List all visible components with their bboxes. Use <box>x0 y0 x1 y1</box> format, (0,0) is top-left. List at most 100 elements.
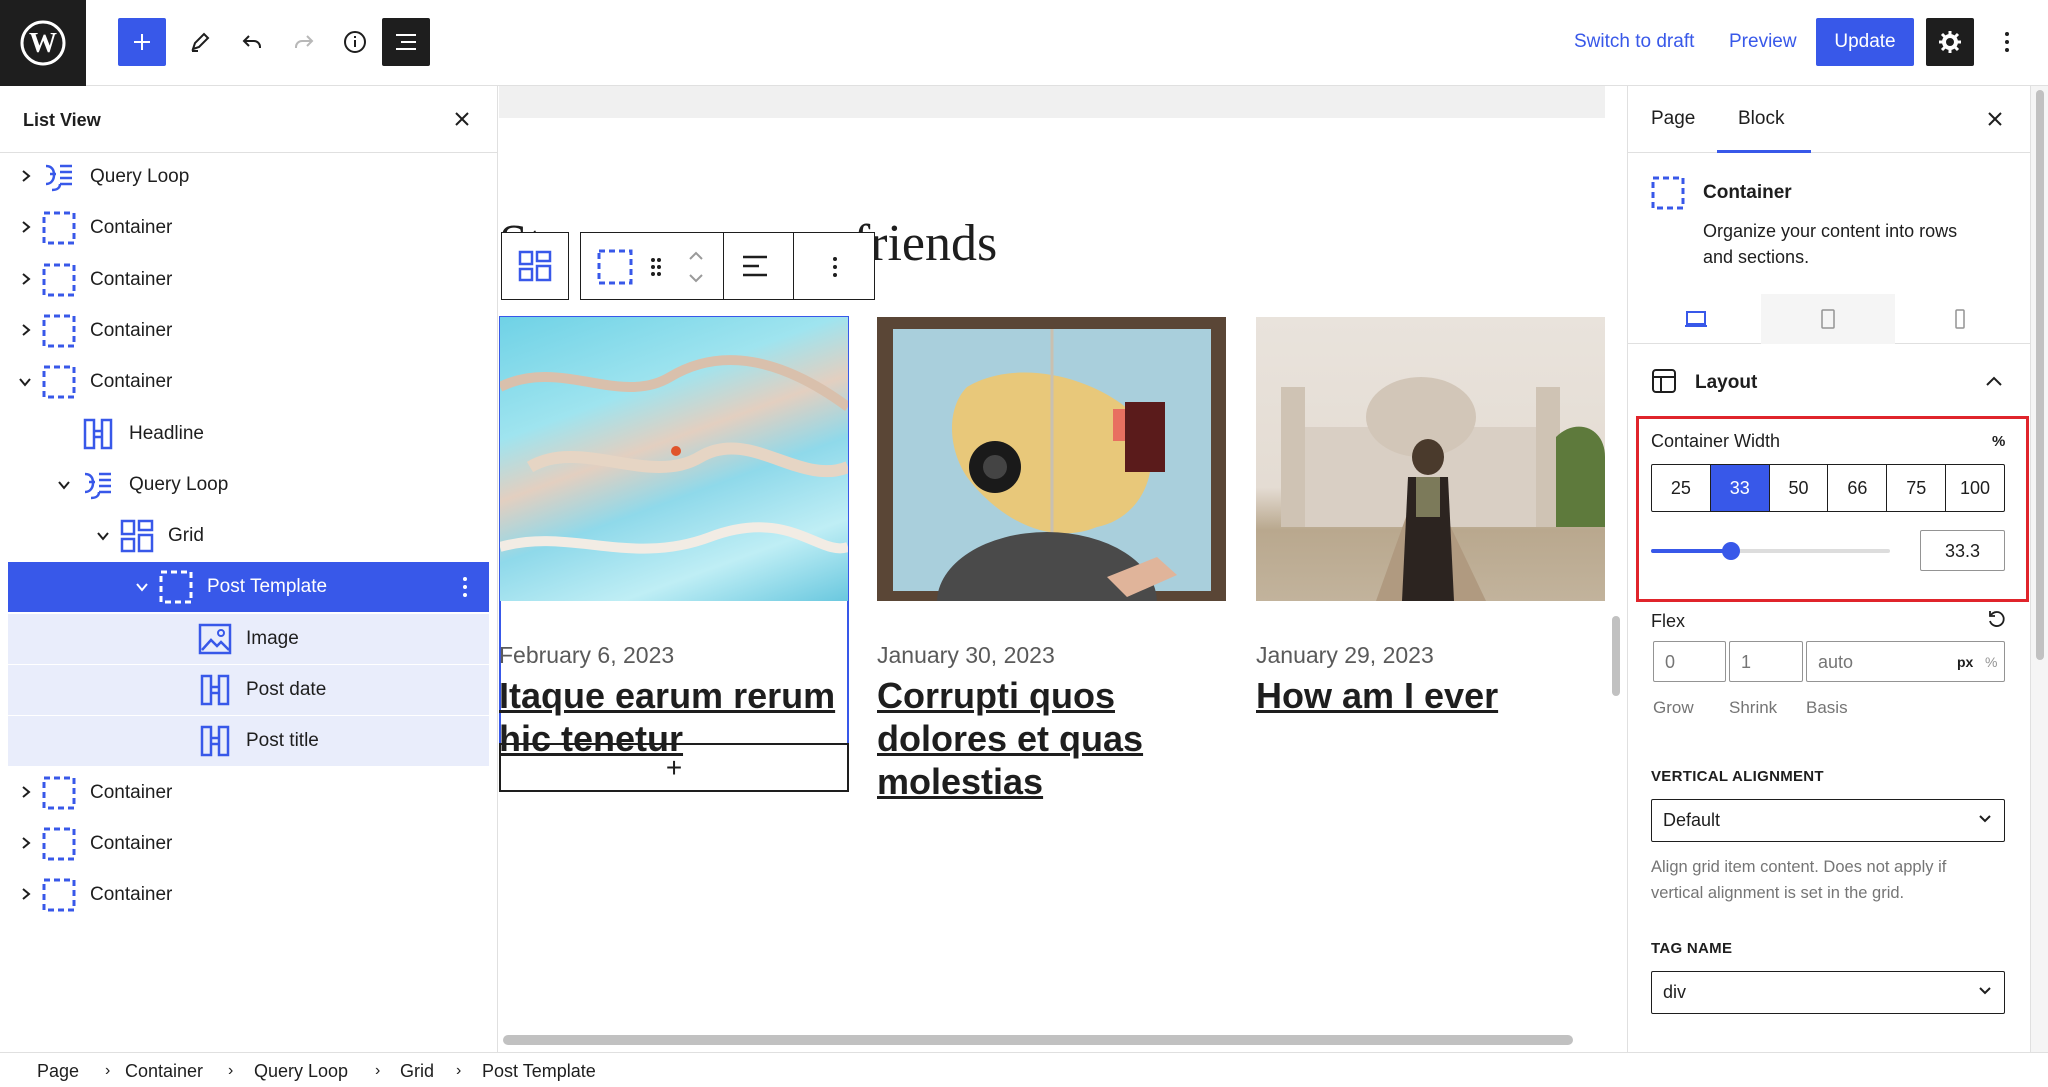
chevron-right-icon[interactable] <box>20 323 32 337</box>
wordpress-logo-icon[interactable]: W <box>0 0 86 86</box>
post-date: January 29, 2023 <box>1256 642 1434 668</box>
chevron-down-icon[interactable] <box>18 376 32 388</box>
unit-px-button[interactable]: px <box>1957 654 1973 670</box>
layout-title[interactable]: Layout <box>1695 372 1757 394</box>
desktop-icon[interactable] <box>1684 310 1708 328</box>
breadcrumb-item[interactable]: Page <box>37 1061 79 1082</box>
container-icon <box>42 263 76 297</box>
chevron-down-icon[interactable] <box>135 581 149 593</box>
preset-100[interactable]: 100 <box>1946 465 2004 511</box>
drag-handle-icon[interactable] <box>650 257 662 277</box>
close-icon[interactable] <box>1985 109 2005 129</box>
redo-icon[interactable] <box>280 18 328 66</box>
switch-to-draft-button[interactable]: Switch to draft <box>1574 31 1694 53</box>
block-options-icon[interactable] <box>832 255 838 279</box>
align-icon[interactable] <box>741 253 769 279</box>
list-view-item[interactable]: Container <box>8 255 489 305</box>
chevron-down-icon[interactable] <box>96 530 110 542</box>
mobile-icon[interactable] <box>1954 308 1966 330</box>
info-icon[interactable] <box>331 18 379 66</box>
parent-block-grid-icon[interactable] <box>501 232 569 300</box>
width-number-input[interactable]: 33.3 <box>1920 530 2005 571</box>
post-title[interactable]: How am I ever <box>1256 674 1498 717</box>
post-image-taj-mahal[interactable] <box>1256 317 1605 601</box>
breadcrumb-item[interactable]: Container <box>125 1061 203 1082</box>
preset-66[interactable]: 66 <box>1828 465 1888 511</box>
more-options-icon[interactable] <box>1984 18 2030 66</box>
chevron-right-icon[interactable] <box>20 785 32 799</box>
chevron-up-icon[interactable] <box>1985 375 2003 387</box>
flex-grow-input[interactable]: 0 <box>1653 641 1726 682</box>
tab-block[interactable]: Block <box>1738 108 1784 130</box>
reset-icon[interactable] <box>1986 609 2006 629</box>
tag-name-select[interactable]: div <box>1651 971 2005 1014</box>
chevron-down-icon[interactable] <box>57 479 71 491</box>
flex-basis-input[interactable]: auto px % <box>1806 641 2005 682</box>
list-view-item-label: Container <box>90 268 173 290</box>
undo-icon[interactable] <box>228 18 276 66</box>
toolbar-divider <box>723 233 724 299</box>
preset-75[interactable]: 75 <box>1887 465 1947 511</box>
vertical-alignment-select[interactable]: Default <box>1651 799 2005 842</box>
horizontal-scrollbar[interactable] <box>503 1035 1573 1045</box>
list-view-item[interactable]: Query Loop <box>8 152 489 202</box>
post-image-pools[interactable] <box>500 317 848 601</box>
item-options-icon[interactable] <box>462 576 468 598</box>
width-slider-thumb[interactable] <box>1721 542 1740 560</box>
preview-button[interactable]: Preview <box>1729 31 1797 53</box>
chevron-right-icon[interactable] <box>20 169 32 183</box>
chevron-right-icon[interactable] <box>20 220 32 234</box>
container-width-label: Container Width <box>1651 431 1781 451</box>
list-view-item[interactable]: Container <box>8 768 489 818</box>
list-view-item[interactable]: Container <box>8 819 489 869</box>
chevron-right-icon[interactable] <box>20 836 32 850</box>
list-view-item[interactable]: Grid <box>8 511 489 561</box>
update-button[interactable]: Update <box>1816 18 1914 66</box>
list-view-item[interactable]: Container <box>8 203 489 253</box>
headline-icon <box>81 417 115 451</box>
container-block-icon[interactable] <box>597 249 633 285</box>
pencil-tool-icon[interactable] <box>176 18 224 66</box>
list-view-item-label: Post Template <box>207 576 328 598</box>
container-icon <box>42 365 76 399</box>
list-view-item[interactable]: Container <box>8 357 489 407</box>
list-view-item[interactable]: Post date <box>8 665 489 715</box>
width-slider-track[interactable] <box>1651 542 1890 560</box>
layout-icon <box>1651 368 1677 394</box>
tablet-icon[interactable] <box>1820 308 1836 330</box>
add-block-button[interactable] <box>118 18 166 66</box>
unit-percent-button[interactable]: % <box>1985 654 1997 670</box>
post-title[interactable]: Corrupti quos dolores et quas molestias <box>877 674 1143 803</box>
preset-25[interactable]: 25 <box>1652 465 1711 511</box>
list-view-item[interactable]: Query Loop <box>8 460 489 510</box>
list-view-item-label: Container <box>90 781 173 803</box>
post-image-map[interactable] <box>877 317 1226 601</box>
sidebar-scrollbar-thumb[interactable] <box>2036 90 2044 660</box>
vertical-scrollbar[interactable] <box>1612 616 1620 696</box>
list-view-item[interactable]: Headline <box>8 409 489 459</box>
list-view-item[interactable]: Post Template <box>8 562 489 613</box>
list-view-item[interactable]: Image <box>8 613 489 664</box>
container-block-icon <box>1651 176 1685 210</box>
add-block-appender-button[interactable]: + <box>499 743 849 792</box>
breadcrumb-item[interactable]: Query Loop <box>254 1061 348 1082</box>
list-view-toggle-icon[interactable] <box>382 18 430 66</box>
settings-gear-icon[interactable] <box>1926 18 1974 66</box>
chevron-right-icon[interactable] <box>20 887 32 901</box>
flex-shrink-input[interactable]: 1 <box>1729 641 1803 682</box>
breadcrumb-item[interactable]: Grid <box>400 1061 434 1082</box>
chevron-right-icon[interactable] <box>20 272 32 286</box>
list-view-item[interactable]: Post title <box>8 716 489 767</box>
unit-label[interactable]: % <box>1992 433 2005 450</box>
post-date: January 30, 2023 <box>877 642 1055 668</box>
tag-name-value: div <box>1663 982 1687 1002</box>
close-icon[interactable] <box>452 109 472 129</box>
sidebar-scrollbar-track[interactable] <box>2030 86 2048 1052</box>
list-view-item[interactable]: Container <box>8 870 489 920</box>
list-view-item[interactable]: Container <box>8 306 489 356</box>
preset-33[interactable]: 33 <box>1710 465 1770 511</box>
preset-50[interactable]: 50 <box>1770 465 1829 511</box>
query-loop-icon <box>81 468 115 502</box>
move-up-down-icon[interactable] <box>687 247 705 287</box>
tab-page[interactable]: Page <box>1651 108 1695 130</box>
